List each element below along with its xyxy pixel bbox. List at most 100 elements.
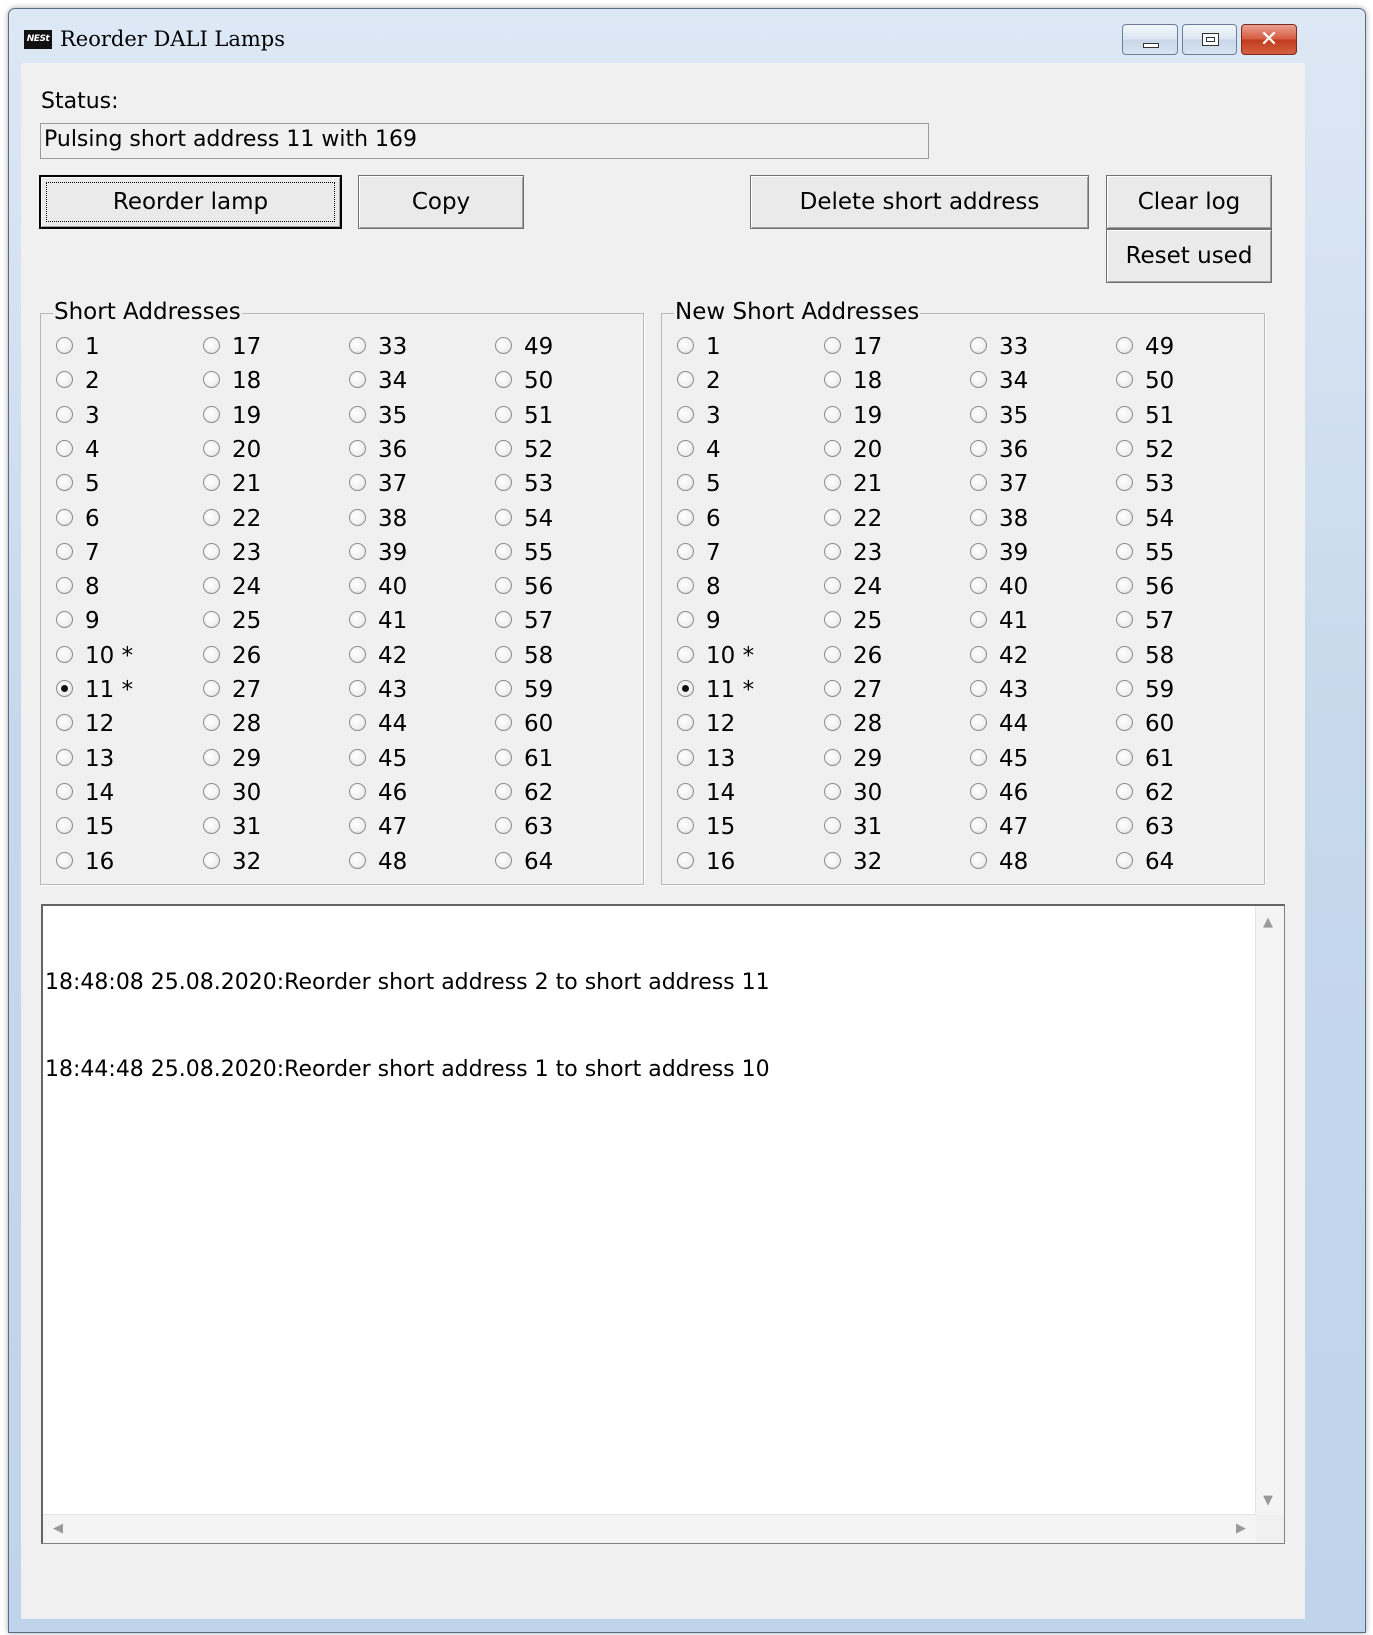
radio-option[interactable]: 58 <box>494 641 634 671</box>
radio-option[interactable]: 3 <box>55 401 195 431</box>
radio-unchecked-icon[interactable] <box>677 611 694 629</box>
radio-unchecked-icon[interactable] <box>1116 645 1133 663</box>
radio-unchecked-icon[interactable] <box>203 817 220 835</box>
radio-option[interactable]: 44 <box>348 709 488 739</box>
radio-unchecked-icon[interactable] <box>824 645 841 663</box>
radio-unchecked-icon[interactable] <box>203 371 220 389</box>
radio-unchecked-icon[interactable] <box>1116 542 1133 560</box>
radio-unchecked-icon[interactable] <box>677 817 694 835</box>
radio-option[interactable]: 18 <box>823 366 963 396</box>
radio-unchecked-icon[interactable] <box>1116 680 1133 697</box>
radio-option[interactable]: 27 <box>823 675 963 705</box>
radio-option[interactable]: 10 * <box>676 641 816 671</box>
radio-option[interactable]: 30 <box>202 778 342 808</box>
radio-unchecked-icon[interactable] <box>677 714 694 732</box>
radio-option[interactable]: 42 <box>348 641 488 671</box>
radio-option[interactable]: 46 <box>348 778 488 808</box>
radio-unchecked-icon[interactable] <box>203 645 220 663</box>
radio-unchecked-icon[interactable] <box>56 817 73 835</box>
radio-unchecked-icon[interactable] <box>495 645 512 663</box>
radio-option[interactable]: 38 <box>348 504 488 534</box>
radio-unchecked-icon[interactable] <box>1116 782 1133 800</box>
radio-unchecked-icon[interactable] <box>495 371 512 389</box>
radio-unchecked-icon[interactable] <box>970 680 987 697</box>
radio-option[interactable]: 54 <box>1115 504 1255 534</box>
radio-option[interactable]: 42 <box>969 641 1109 671</box>
radio-unchecked-icon[interactable] <box>824 337 841 354</box>
radio-unchecked-icon[interactable] <box>824 680 841 697</box>
radio-option[interactable]: 9 <box>55 606 195 636</box>
radio-unchecked-icon[interactable] <box>203 508 220 526</box>
radio-option[interactable]: 6 <box>55 504 195 534</box>
radio-option[interactable]: 14 <box>55 778 195 808</box>
radio-option[interactable]: 41 <box>348 606 488 636</box>
radio-unchecked-icon[interactable] <box>1116 851 1133 869</box>
radio-unchecked-icon[interactable] <box>56 542 73 560</box>
title-bar[interactable]: NESt Reorder DALI Lamps ✕ <box>9 9 1365 63</box>
radio-checked-icon[interactable] <box>677 680 694 697</box>
radio-option[interactable]: 41 <box>969 606 1109 636</box>
radio-option[interactable]: 2 <box>55 366 195 396</box>
clear-log-button[interactable]: Clear log <box>1106 175 1272 229</box>
radio-unchecked-icon[interactable] <box>349 508 366 526</box>
radio-unchecked-icon[interactable] <box>203 337 220 354</box>
radio-unchecked-icon[interactable] <box>56 748 73 766</box>
radio-unchecked-icon[interactable] <box>824 439 841 457</box>
radio-option[interactable]: 35 <box>348 401 488 431</box>
radio-option[interactable]: 36 <box>348 435 488 465</box>
radio-unchecked-icon[interactable] <box>1116 337 1133 354</box>
radio-option[interactable]: 2 <box>676 366 816 396</box>
radio-unchecked-icon[interactable] <box>824 508 841 526</box>
radio-option[interactable]: 11 * <box>676 675 816 705</box>
radio-unchecked-icon[interactable] <box>349 817 366 835</box>
radio-option[interactable]: 45 <box>348 744 488 774</box>
radio-option[interactable]: 25 <box>202 606 342 636</box>
radio-unchecked-icon[interactable] <box>495 542 512 560</box>
radio-unchecked-icon[interactable] <box>495 680 512 697</box>
radio-option[interactable]: 14 <box>676 778 816 808</box>
radio-unchecked-icon[interactable] <box>824 782 841 800</box>
radio-option[interactable]: 26 <box>202 641 342 671</box>
radio-option[interactable]: 11 * <box>55 675 195 705</box>
radio-unchecked-icon[interactable] <box>1116 474 1133 492</box>
reorder-lamp-button[interactable]: Reorder lamp <box>39 175 342 229</box>
radio-option[interactable]: 60 <box>494 709 634 739</box>
radio-unchecked-icon[interactable] <box>495 439 512 457</box>
radio-unchecked-icon[interactable] <box>349 782 366 800</box>
log-textbox[interactable]: 18:48:08 25.08.2020:Reorder short addres… <box>41 904 1285 1544</box>
radio-option[interactable]: 54 <box>494 504 634 534</box>
radio-unchecked-icon[interactable] <box>495 714 512 732</box>
radio-unchecked-icon[interactable] <box>203 782 220 800</box>
radio-option[interactable]: 51 <box>1115 401 1255 431</box>
radio-unchecked-icon[interactable] <box>970 748 987 766</box>
radio-option[interactable]: 16 <box>55 847 195 877</box>
radio-unchecked-icon[interactable] <box>677 337 694 354</box>
radio-option[interactable]: 12 <box>55 709 195 739</box>
radio-unchecked-icon[interactable] <box>495 611 512 629</box>
radio-unchecked-icon[interactable] <box>1116 611 1133 629</box>
vertical-scrollbar[interactable]: ▲ ▼ <box>1255 906 1284 1515</box>
radio-option[interactable]: 55 <box>1115 538 1255 568</box>
radio-option[interactable]: 18 <box>202 366 342 396</box>
radio-option[interactable]: 5 <box>676 469 816 499</box>
radio-unchecked-icon[interactable] <box>203 748 220 766</box>
radio-unchecked-icon[interactable] <box>56 611 73 629</box>
radio-option[interactable]: 4 <box>676 435 816 465</box>
radio-unchecked-icon[interactable] <box>1116 817 1133 835</box>
radio-option[interactable]: 22 <box>823 504 963 534</box>
radio-option[interactable]: 59 <box>1115 675 1255 705</box>
radio-option[interactable]: 40 <box>348 572 488 602</box>
radio-unchecked-icon[interactable] <box>677 508 694 526</box>
radio-option[interactable]: 33 <box>348 332 488 362</box>
radio-unchecked-icon[interactable] <box>56 474 73 492</box>
radio-option[interactable]: 38 <box>969 504 1109 534</box>
radio-option[interactable]: 17 <box>823 332 963 362</box>
radio-option[interactable]: 37 <box>969 469 1109 499</box>
radio-option[interactable]: 25 <box>823 606 963 636</box>
radio-unchecked-icon[interactable] <box>970 577 987 595</box>
radio-unchecked-icon[interactable] <box>56 645 73 663</box>
radio-unchecked-icon[interactable] <box>495 817 512 835</box>
radio-unchecked-icon[interactable] <box>56 337 73 354</box>
reset-used-button[interactable]: Reset used <box>1106 229 1272 283</box>
radio-unchecked-icon[interactable] <box>495 851 512 869</box>
